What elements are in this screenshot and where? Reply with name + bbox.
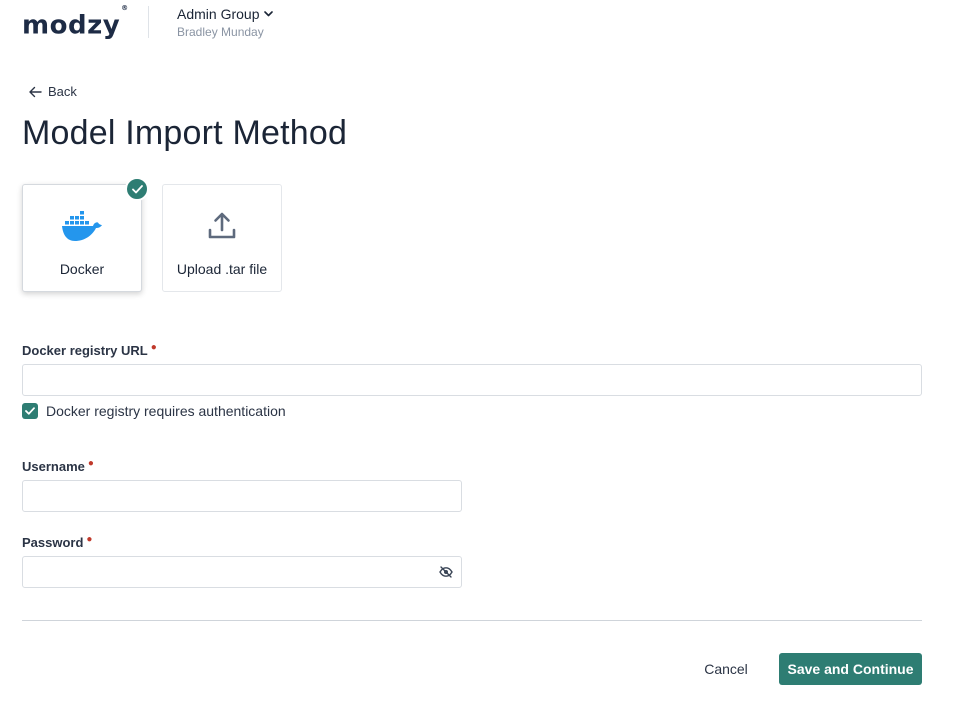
required-marker: ● xyxy=(87,458,94,469)
chevron-down-icon xyxy=(264,11,274,17)
eye-slash-icon[interactable] xyxy=(438,564,454,580)
checkmark-icon xyxy=(25,407,35,415)
back-label: Back xyxy=(48,84,77,99)
password-label: Password ● xyxy=(22,534,93,550)
back-link[interactable]: Back xyxy=(28,84,77,99)
docker-whale-icon xyxy=(61,209,103,243)
logo-text: modzy xyxy=(22,10,121,41)
method-label-docker: Docker xyxy=(59,261,105,277)
top-header: modzy® Admin Group Bradley Munday xyxy=(0,0,954,46)
logo-registered-mark: ® xyxy=(121,4,129,12)
arrow-left-icon xyxy=(29,86,42,97)
selected-check-badge xyxy=(125,177,149,201)
requires-auth-checkbox[interactable] xyxy=(22,403,38,419)
upload-icon xyxy=(207,209,237,243)
group-name-row: Admin Group xyxy=(177,6,274,22)
group-switcher[interactable]: Admin Group Bradley Munday xyxy=(177,6,274,40)
password-input[interactable] xyxy=(22,556,462,588)
current-user-name: Bradley Munday xyxy=(177,25,264,39)
required-marker: ● xyxy=(150,342,157,353)
required-marker: ● xyxy=(86,534,93,545)
page-title: Model Import Method xyxy=(22,114,348,152)
group-name: Admin Group xyxy=(177,6,260,22)
requires-auth-label: Docker registry requires authentication xyxy=(46,403,286,419)
method-card-upload-tar[interactable]: Upload .tar file xyxy=(162,184,282,292)
password-label-text: Password xyxy=(22,535,84,550)
registry-url-input[interactable] xyxy=(22,364,922,396)
header-divider xyxy=(148,6,149,38)
username-label-text: Username xyxy=(22,459,85,474)
cancel-button[interactable]: Cancel xyxy=(690,654,762,684)
save-and-continue-button[interactable]: Save and Continue xyxy=(779,653,922,685)
username-input[interactable] xyxy=(22,480,462,512)
username-label: Username ● xyxy=(22,458,94,474)
method-label-upload-tar: Upload .tar file xyxy=(176,261,268,277)
requires-auth-checkbox-row[interactable]: Docker registry requires authentication xyxy=(22,403,286,419)
registry-url-label: Docker registry URL ● xyxy=(22,342,157,358)
footer-divider xyxy=(22,620,922,621)
modzy-logo[interactable]: modzy® xyxy=(22,4,129,42)
method-card-docker[interactable]: Docker xyxy=(22,177,149,292)
registry-url-label-text: Docker registry URL xyxy=(22,343,148,358)
checkmark-icon xyxy=(131,184,143,193)
